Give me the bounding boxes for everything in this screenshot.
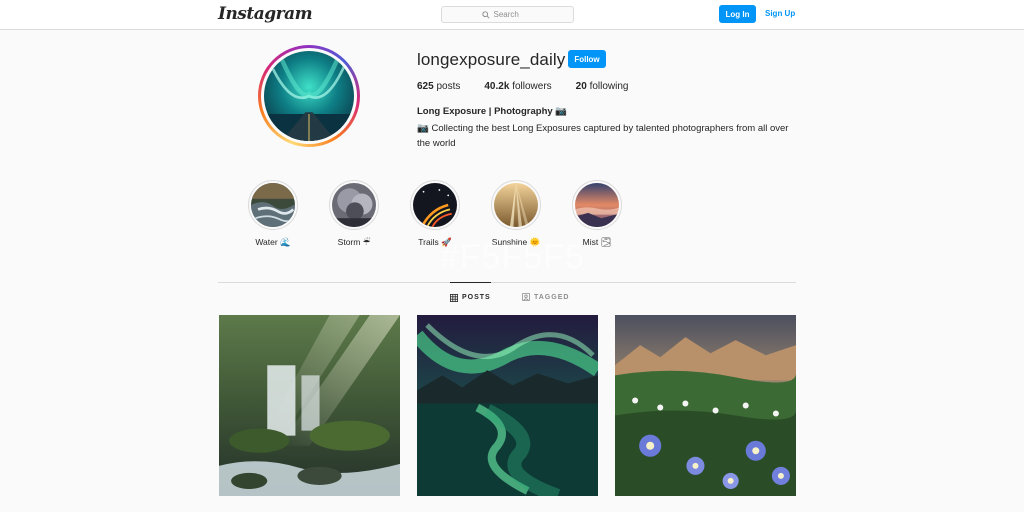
sign-up-link[interactable]: Sign Up bbox=[765, 9, 795, 18]
following-stat-label: following bbox=[589, 81, 629, 92]
highlight-mist-image bbox=[575, 183, 619, 227]
highlight-water-label: Water 🌊 bbox=[255, 237, 291, 247]
followers-stat[interactable]: 40.2k followers bbox=[484, 81, 551, 92]
profile-avatar[interactable] bbox=[258, 45, 360, 147]
search-input[interactable] bbox=[493, 10, 534, 19]
highlight-water-image bbox=[251, 183, 295, 227]
instagram-logo[interactable]: Instagram bbox=[218, 4, 313, 24]
tab-tagged-label: TAGGED bbox=[534, 293, 570, 301]
tab-posts-label: POSTS bbox=[462, 294, 491, 301]
search-icon bbox=[481, 10, 490, 19]
log-in-button[interactable]: Log In bbox=[719, 5, 756, 23]
avatar-aurora-image bbox=[264, 51, 354, 141]
following-stat[interactable]: 20 following bbox=[576, 81, 629, 92]
highlight-sunshine-image bbox=[494, 183, 538, 227]
posts-stat-label: posts bbox=[436, 81, 461, 92]
grid-icon bbox=[450, 293, 458, 302]
search-box[interactable] bbox=[441, 6, 574, 23]
tab-tagged[interactable]: TAGGED bbox=[522, 282, 569, 312]
bio-display-name: Long Exposure | Photography 📷 bbox=[417, 106, 568, 117]
post-thumbnail-3[interactable] bbox=[615, 315, 796, 496]
profile-username: longexposure_daily bbox=[417, 50, 566, 69]
followers-count: 40.2k bbox=[484, 81, 510, 92]
follow-button[interactable]: Follow bbox=[568, 50, 606, 68]
watermark-text: #F5F5F5 bbox=[440, 238, 585, 276]
followers-stat-label: followers bbox=[512, 81, 552, 92]
following-count: 20 bbox=[575, 81, 587, 92]
posts-count: 625 bbox=[417, 81, 434, 92]
highlight-storm[interactable]: Storm ☔ bbox=[324, 180, 384, 248]
highlight-water[interactable]: Water 🌊 bbox=[243, 180, 303, 248]
bio-description: 📷 Collecting the best Long Exposures cap… bbox=[417, 123, 789, 149]
highlight-storm-label: Storm ☔ bbox=[337, 237, 371, 247]
posts-stat: 625 posts bbox=[417, 81, 460, 92]
post-waterfall-image bbox=[219, 315, 400, 496]
post-thumbnail-2[interactable] bbox=[417, 315, 598, 496]
post-aurora-image bbox=[417, 315, 598, 496]
highlight-storm-image bbox=[332, 183, 376, 227]
tab-posts[interactable]: POSTS bbox=[450, 282, 491, 312]
post-thumbnail-1[interactable] bbox=[219, 315, 400, 496]
post-wildflowers-image bbox=[615, 315, 796, 496]
tabs-divider bbox=[218, 282, 796, 283]
tagged-person-icon bbox=[522, 293, 530, 301]
top-navigation-bar: Instagram Log In Sign Up bbox=[0, 0, 1024, 30]
highlight-trails-image bbox=[413, 183, 457, 227]
profile-stats: 625 posts 40.2k followers 20 following bbox=[417, 81, 652, 92]
